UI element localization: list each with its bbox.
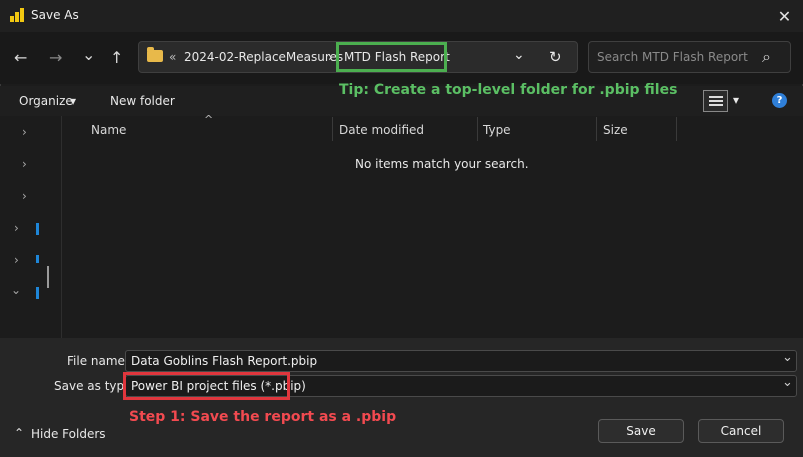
nav-item-icon[interactable]	[36, 223, 39, 235]
nav-item-icon[interactable]	[36, 287, 39, 299]
empty-list-message: No items match your search.	[355, 157, 529, 171]
back-arrow-icon[interactable]: ←	[14, 48, 27, 67]
forward-arrow-icon[interactable]: →	[49, 48, 62, 67]
file-list[interactable]	[63, 116, 803, 338]
column-header-type[interactable]: Type	[483, 123, 511, 137]
collapse-chevron-icon[interactable]: ⌄	[11, 283, 21, 297]
refresh-icon[interactable]: ↻	[549, 48, 562, 66]
hide-folders-caret-icon[interactable]: ⌃	[14, 426, 24, 440]
save-type-dropdown-icon[interactable]: ⌄	[782, 375, 793, 390]
recent-locations-icon[interactable]: ⌄	[82, 45, 95, 64]
folder-icon	[147, 47, 163, 62]
expand-chevron-icon[interactable]: ›	[22, 157, 27, 171]
tip-highlight-box	[336, 42, 447, 72]
title-bar	[0, 0, 803, 32]
organize-caret-icon[interactable]: ▾	[70, 94, 76, 108]
hide-folders-button[interactable]: Hide Folders	[31, 427, 106, 441]
power-bi-app-icon	[10, 8, 24, 22]
file-name-value: Data Goblins Flash Report.pbip	[131, 354, 318, 368]
nav-item-icon[interactable]	[36, 255, 39, 263]
step-annotation: Step 1: Save the report as a .pbip	[129, 409, 397, 425]
cancel-button[interactable]: Cancel	[698, 419, 784, 443]
breadcrumb-separator-icon[interactable]: ›	[328, 50, 333, 64]
column-header-date-modified[interactable]: Date modified	[339, 123, 424, 137]
expand-chevron-icon[interactable]: ›	[14, 253, 19, 267]
breadcrumb-overflow-icon[interactable]: «	[169, 50, 176, 64]
expand-chevron-icon[interactable]: ›	[22, 125, 27, 139]
column-divider[interactable]	[477, 117, 478, 141]
file-name-dropdown-icon[interactable]: ⌄	[782, 350, 793, 365]
column-divider[interactable]	[332, 117, 333, 141]
file-name-label: File name:	[67, 354, 129, 368]
save-button[interactable]: Save	[598, 419, 684, 443]
expand-chevron-icon[interactable]: ›	[14, 221, 19, 235]
help-icon[interactable]: ?	[772, 93, 787, 108]
organize-menu[interactable]: Organize	[19, 94, 73, 108]
address-dropdown-icon[interactable]: ⌄	[513, 47, 525, 63]
search-placeholder: Search MTD Flash Report	[597, 50, 748, 64]
column-divider[interactable]	[676, 117, 677, 141]
column-header-name[interactable]: Name	[91, 123, 126, 137]
breadcrumb-parent[interactable]: 2024-02-ReplaceMeasures	[184, 50, 343, 64]
step-highlight-box	[123, 372, 290, 400]
view-options-icon[interactable]	[703, 90, 728, 112]
view-options-caret-icon[interactable]: ▾	[733, 93, 739, 107]
window-title: Save As	[31, 8, 79, 22]
search-icon[interactable]: ⌕	[762, 47, 771, 67]
new-folder-button[interactable]: New folder	[110, 94, 175, 108]
navigation-pane	[0, 116, 62, 338]
tip-annotation: Tip: Create a top-level folder for .pbip…	[339, 82, 678, 98]
sort-ascending-icon: ^	[204, 113, 214, 126]
nav-pane-scrollbar[interactable]	[47, 266, 49, 288]
up-arrow-icon[interactable]: ↑	[110, 48, 123, 67]
column-divider[interactable]	[596, 117, 597, 141]
expand-chevron-icon[interactable]: ›	[22, 189, 27, 203]
close-icon[interactable]: ✕	[766, 0, 803, 32]
column-header-size[interactable]: Size	[603, 123, 628, 137]
